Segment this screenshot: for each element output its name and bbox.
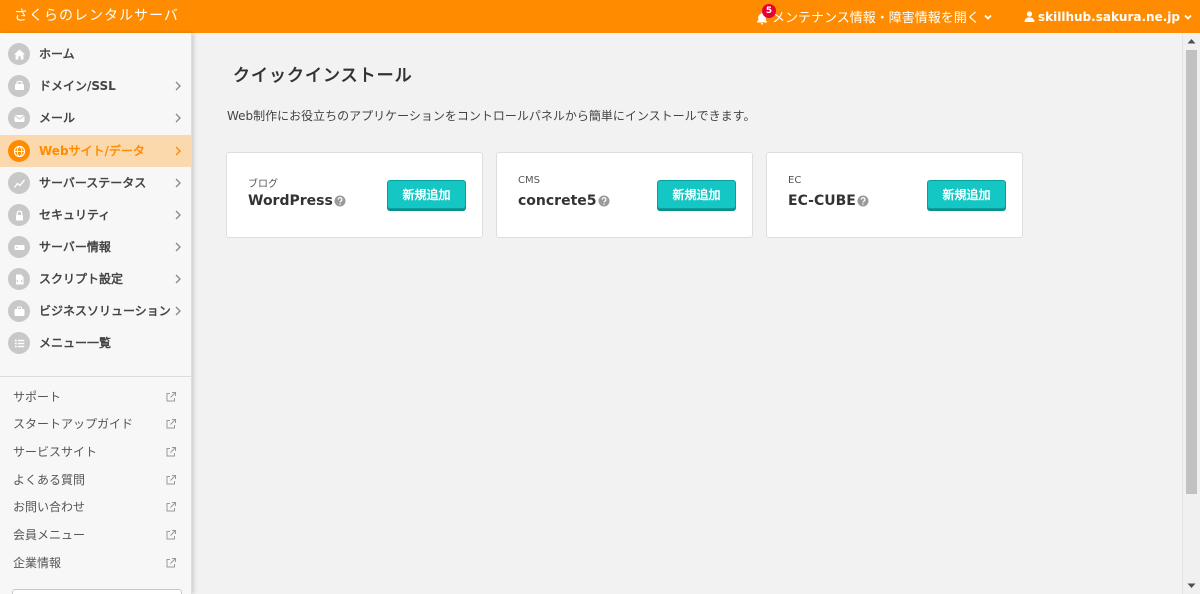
sidebar-link-label: お問い合わせ — [13, 500, 86, 514]
app-card-wordpress: ブログ WordPress 新規追加 — [226, 152, 483, 238]
chevron-down-icon — [1184, 14, 1192, 20]
sidebar-link-label: スタートアップガイド — [13, 417, 134, 431]
script-icon — [8, 268, 30, 290]
chevron-right-icon — [175, 306, 181, 316]
external-link-icon — [166, 530, 176, 540]
lock-icon — [8, 204, 30, 226]
sidebar-item-label: スクリプト設定 — [39, 272, 124, 286]
chevron-right-icon — [175, 242, 181, 252]
globe-icon — [8, 140, 30, 162]
chevron-right-icon — [175, 81, 181, 91]
maintenance-label: メンテナンス情報・障害情報を開く — [772, 11, 980, 26]
app-card-ec-cube: EC EC-CUBE 新規追加 — [766, 152, 1023, 238]
external-link-icon — [166, 419, 176, 429]
sidebar-link-label: サービスサイト — [13, 445, 98, 459]
bell-icon: 5 — [756, 3, 776, 24]
server-icon — [8, 236, 30, 258]
sidebar-link-label: 会員メニュー — [13, 528, 86, 542]
sidebar-item-business[interactable]: ビジネスソリューション — [0, 295, 192, 327]
external-link-icon — [166, 392, 176, 402]
sidebar-item-home[interactable]: ホーム — [0, 38, 192, 70]
external-link-icon — [166, 502, 176, 512]
scrollbar-thumb[interactable] — [1186, 50, 1197, 494]
app-name: concrete5 — [518, 193, 610, 209]
chevron-right-icon — [175, 210, 181, 220]
sidebar-item-label: メニュー一覧 — [39, 336, 112, 350]
brand-logo[interactable]: さくらのレンタルサーバ — [14, 0, 179, 33]
domain-icon — [8, 75, 30, 97]
main-content: クイックインストール Web制作にお役立ちのアプリケーションをコントロールパネル… — [193, 33, 1182, 594]
user-icon — [1024, 11, 1035, 22]
user-label: skillhub.sakura.ne.jp — [1038, 9, 1180, 24]
chevron-down-icon — [984, 14, 992, 20]
page-title: クイックインストール — [233, 66, 413, 86]
app-name-label: EC-CUBE — [788, 193, 856, 209]
app-category: ブログ — [248, 179, 278, 190]
app-name-label: WordPress — [248, 193, 333, 209]
chevron-right-icon — [175, 113, 181, 123]
help-icon[interactable] — [598, 195, 610, 207]
sidebar-item-server-info[interactable]: サーバー情報 — [0, 231, 192, 263]
sidebar-link-service-site[interactable]: サービスサイト — [0, 438, 192, 466]
scroll-down-arrow-icon[interactable] — [1183, 578, 1200, 594]
chevron-right-icon — [175, 146, 181, 156]
user-menu[interactable]: skillhub.sakura.ne.jp — [1024, 0, 1193, 33]
app-name-label: concrete5 — [518, 193, 597, 209]
sidebar: ホーム ドメイン/SSL メール Webサイト/データ サーバーステータス セキ… — [0, 33, 192, 594]
add-new-button[interactable]: 新規追加 — [387, 180, 466, 209]
sidebar-divider — [0, 376, 192, 377]
home-icon — [8, 43, 30, 65]
sidebar-item-label: ビジネスソリューション — [39, 304, 171, 318]
sidebar-link-member-menu[interactable]: 会員メニュー — [0, 521, 192, 549]
mail-icon — [8, 107, 30, 129]
app-category: EC — [788, 175, 802, 186]
sidebar-item-website[interactable]: Webサイト/データ — [0, 135, 192, 167]
sidebar-item-menu-list[interactable]: メニュー一覧 — [0, 327, 192, 359]
sidebar-item-label: サーバーステータス — [39, 176, 147, 190]
sidebar-item-label: Webサイト/データ — [39, 144, 145, 158]
app-name: EC-CUBE — [788, 193, 869, 209]
sidebar-bottom-button[interactable] — [12, 589, 182, 594]
briefcase-icon — [8, 300, 30, 322]
add-new-button[interactable]: 新規追加 — [657, 180, 736, 209]
sidebar-link-contact[interactable]: お問い合わせ — [0, 493, 192, 521]
notification-badge: 5 — [762, 3, 776, 18]
add-new-button[interactable]: 新規追加 — [927, 180, 1006, 209]
sidebar-link-company-info[interactable]: 企業情報 — [0, 549, 192, 577]
sidebar-link-label: サポート — [13, 390, 62, 404]
sidebar-link-label: 企業情報 — [13, 556, 62, 570]
app-name: WordPress — [248, 193, 346, 209]
sidebar-item-script[interactable]: スクリプト設定 — [0, 263, 192, 295]
chevron-right-icon — [175, 274, 181, 284]
vertical-scrollbar[interactable] — [1182, 33, 1200, 594]
chevron-right-icon — [175, 178, 181, 188]
app-category: CMS — [518, 175, 540, 186]
sidebar-item-security[interactable]: セキュリティ — [0, 199, 192, 231]
sidebar-link-startup-guide[interactable]: スタートアップガイド — [0, 410, 192, 438]
sidebar-item-server-status[interactable]: サーバーステータス — [0, 167, 192, 199]
help-icon[interactable] — [334, 195, 346, 207]
top-header: さくらのレンタルサーバ 5 メンテナンス情報・障害情報を開く skillhub.… — [0, 0, 1200, 33]
external-link-icon — [166, 558, 176, 568]
sidebar-link-support[interactable]: サポート — [0, 383, 192, 411]
sidebar-item-label: メール — [39, 111, 76, 125]
help-icon[interactable] — [857, 195, 869, 207]
sidebar-item-label: セキュリティ — [39, 208, 111, 222]
sidebar-item-mail[interactable]: メール — [0, 102, 192, 134]
sidebar-item-label: サーバー情報 — [39, 240, 111, 254]
chart-icon — [8, 172, 30, 194]
sidebar-link-faq[interactable]: よくある質問 — [0, 466, 192, 494]
list-icon — [8, 332, 30, 354]
external-link-icon — [166, 447, 176, 457]
sidebar-item-label: ホーム — [39, 47, 75, 61]
scroll-up-arrow-icon[interactable] — [1183, 33, 1200, 49]
page-description: Web制作にお役立ちのアプリケーションをコントロールパネルから簡単にインストール… — [227, 109, 756, 123]
sidebar-link-label: よくある質問 — [13, 473, 86, 487]
sidebar-item-label: ドメイン/SSL — [39, 79, 116, 93]
external-link-icon — [166, 475, 176, 485]
app-card-concrete5: CMS concrete5 新規追加 — [496, 152, 753, 238]
maintenance-menu[interactable]: 5 メンテナンス情報・障害情報を開く — [756, 0, 993, 33]
sidebar-item-domain[interactable]: ドメイン/SSL — [0, 70, 192, 102]
